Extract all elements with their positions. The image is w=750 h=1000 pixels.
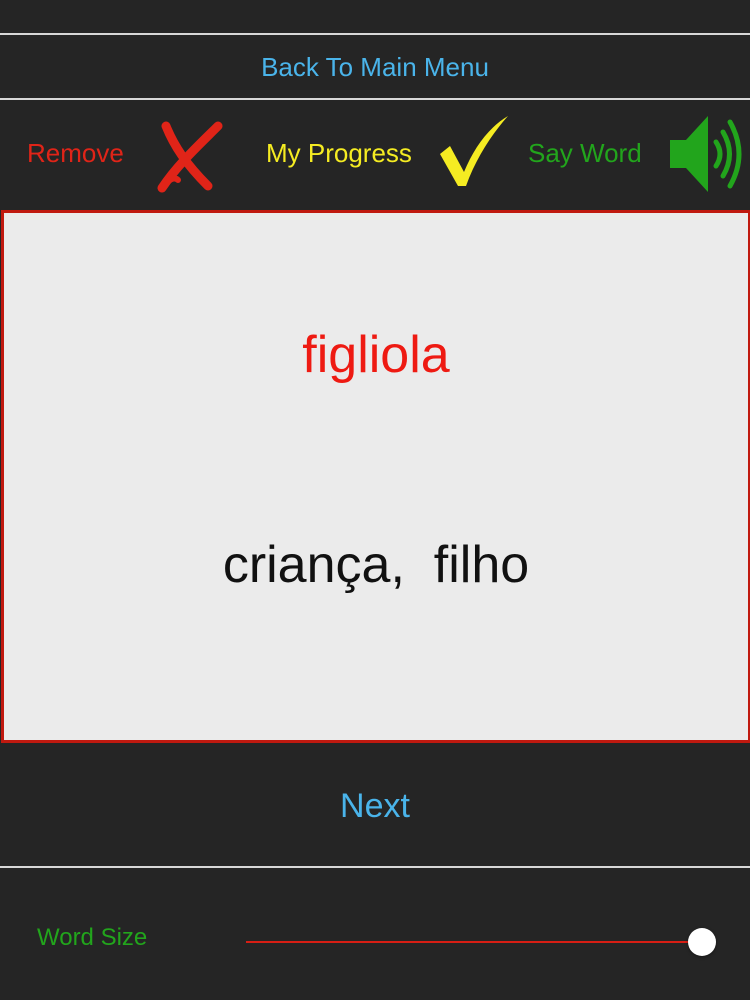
my-progress-button-label[interactable]: My Progress [266,133,412,173]
say-word-button-label[interactable]: Say Word [528,133,642,173]
word-size-slider[interactable] [246,926,720,958]
word-size-label: Word Size [37,924,148,951]
flashcard: figliola criança, filho [1,210,750,743]
back-to-main-menu-button[interactable]: Back To Main Menu [0,36,750,98]
toolbar-top-divider [0,98,750,100]
slider-fill [246,941,702,943]
checkmark-icon[interactable] [438,112,510,190]
bottom-divider [0,866,750,868]
next-button[interactable]: Next [0,768,750,844]
top-divider [0,33,750,35]
cross-icon[interactable] [152,118,226,194]
slider-thumb[interactable] [688,928,716,956]
foreign-word: figliola [302,326,450,384]
speaker-icon[interactable] [666,110,744,198]
translation-text: criança, filho [222,536,530,594]
remove-button-label[interactable]: Remove [27,133,124,173]
